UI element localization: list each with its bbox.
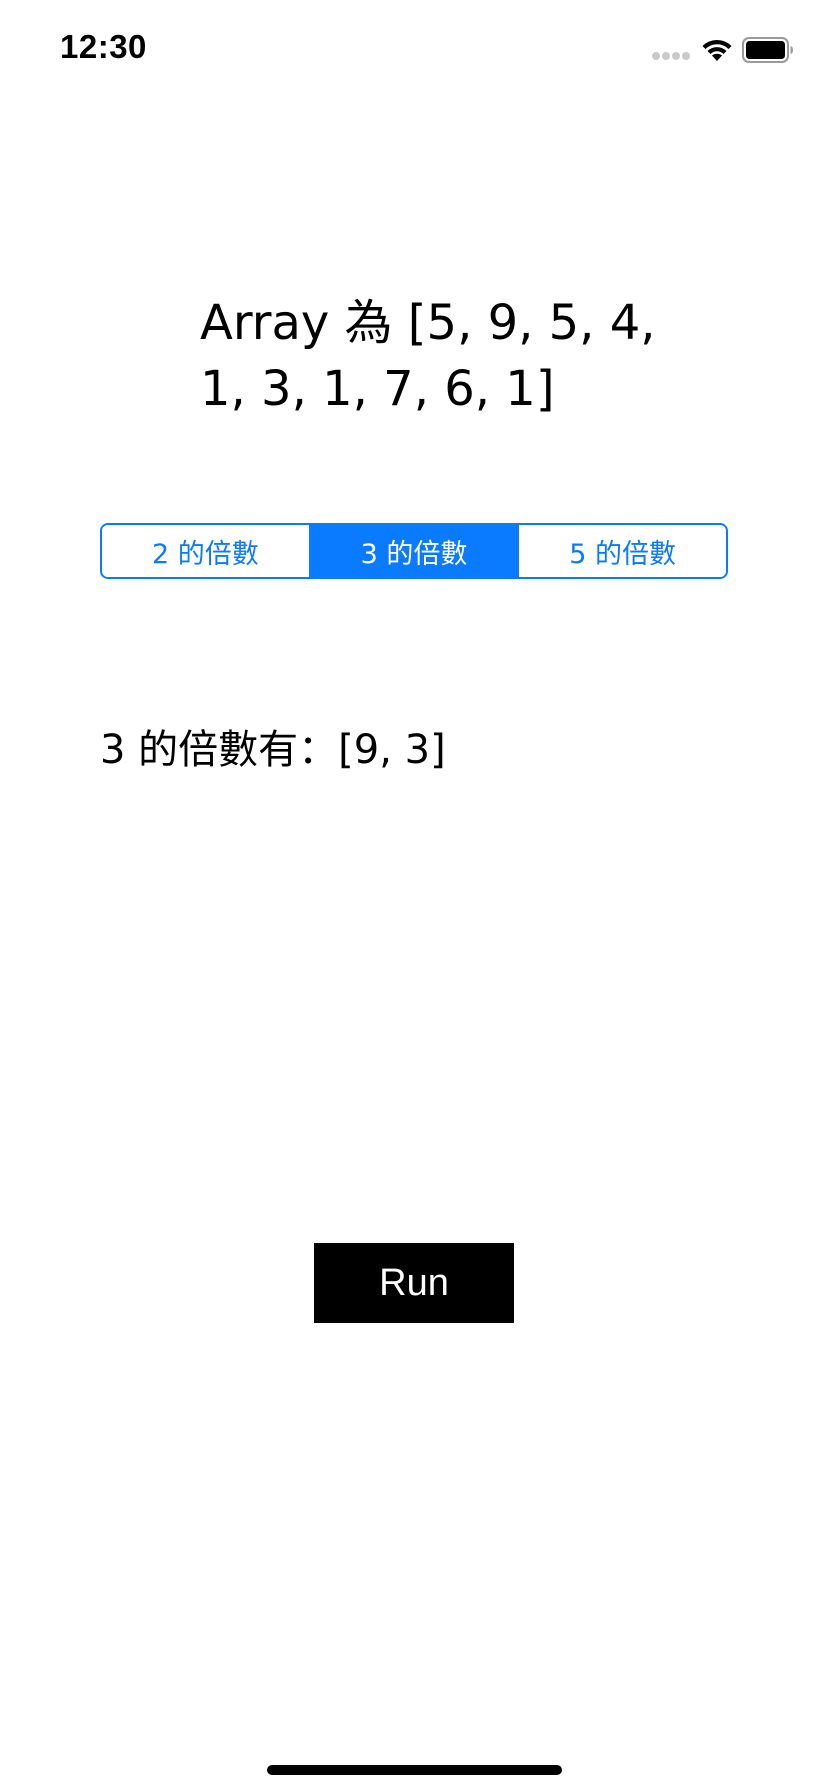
- result-label: 3 的倍數有：[9, 3]: [100, 727, 446, 773]
- status-bar: 12:30: [0, 0, 828, 100]
- array-label: Array 為 [5, 9, 5, 4, 1, 3, 1, 7, 6, 1]: [200, 295, 656, 417]
- wifi-icon: [702, 39, 732, 61]
- status-time: 12:30: [60, 28, 147, 65]
- signal-dots-icon: [652, 52, 692, 62]
- home-indicator[interactable]: [267, 1765, 562, 1775]
- segment-multiple-of-5[interactable]: 5 的倍數: [517, 525, 726, 577]
- segment-multiple-of-2[interactable]: 2 的倍數: [102, 525, 309, 577]
- multiple-segmented-control[interactable]: 2 的倍數 3 的倍數 5 的倍數: [100, 523, 728, 579]
- battery-icon: [742, 37, 793, 63]
- run-button[interactable]: Run: [314, 1243, 514, 1323]
- segment-multiple-of-3[interactable]: 3 的倍數: [308, 525, 518, 577]
